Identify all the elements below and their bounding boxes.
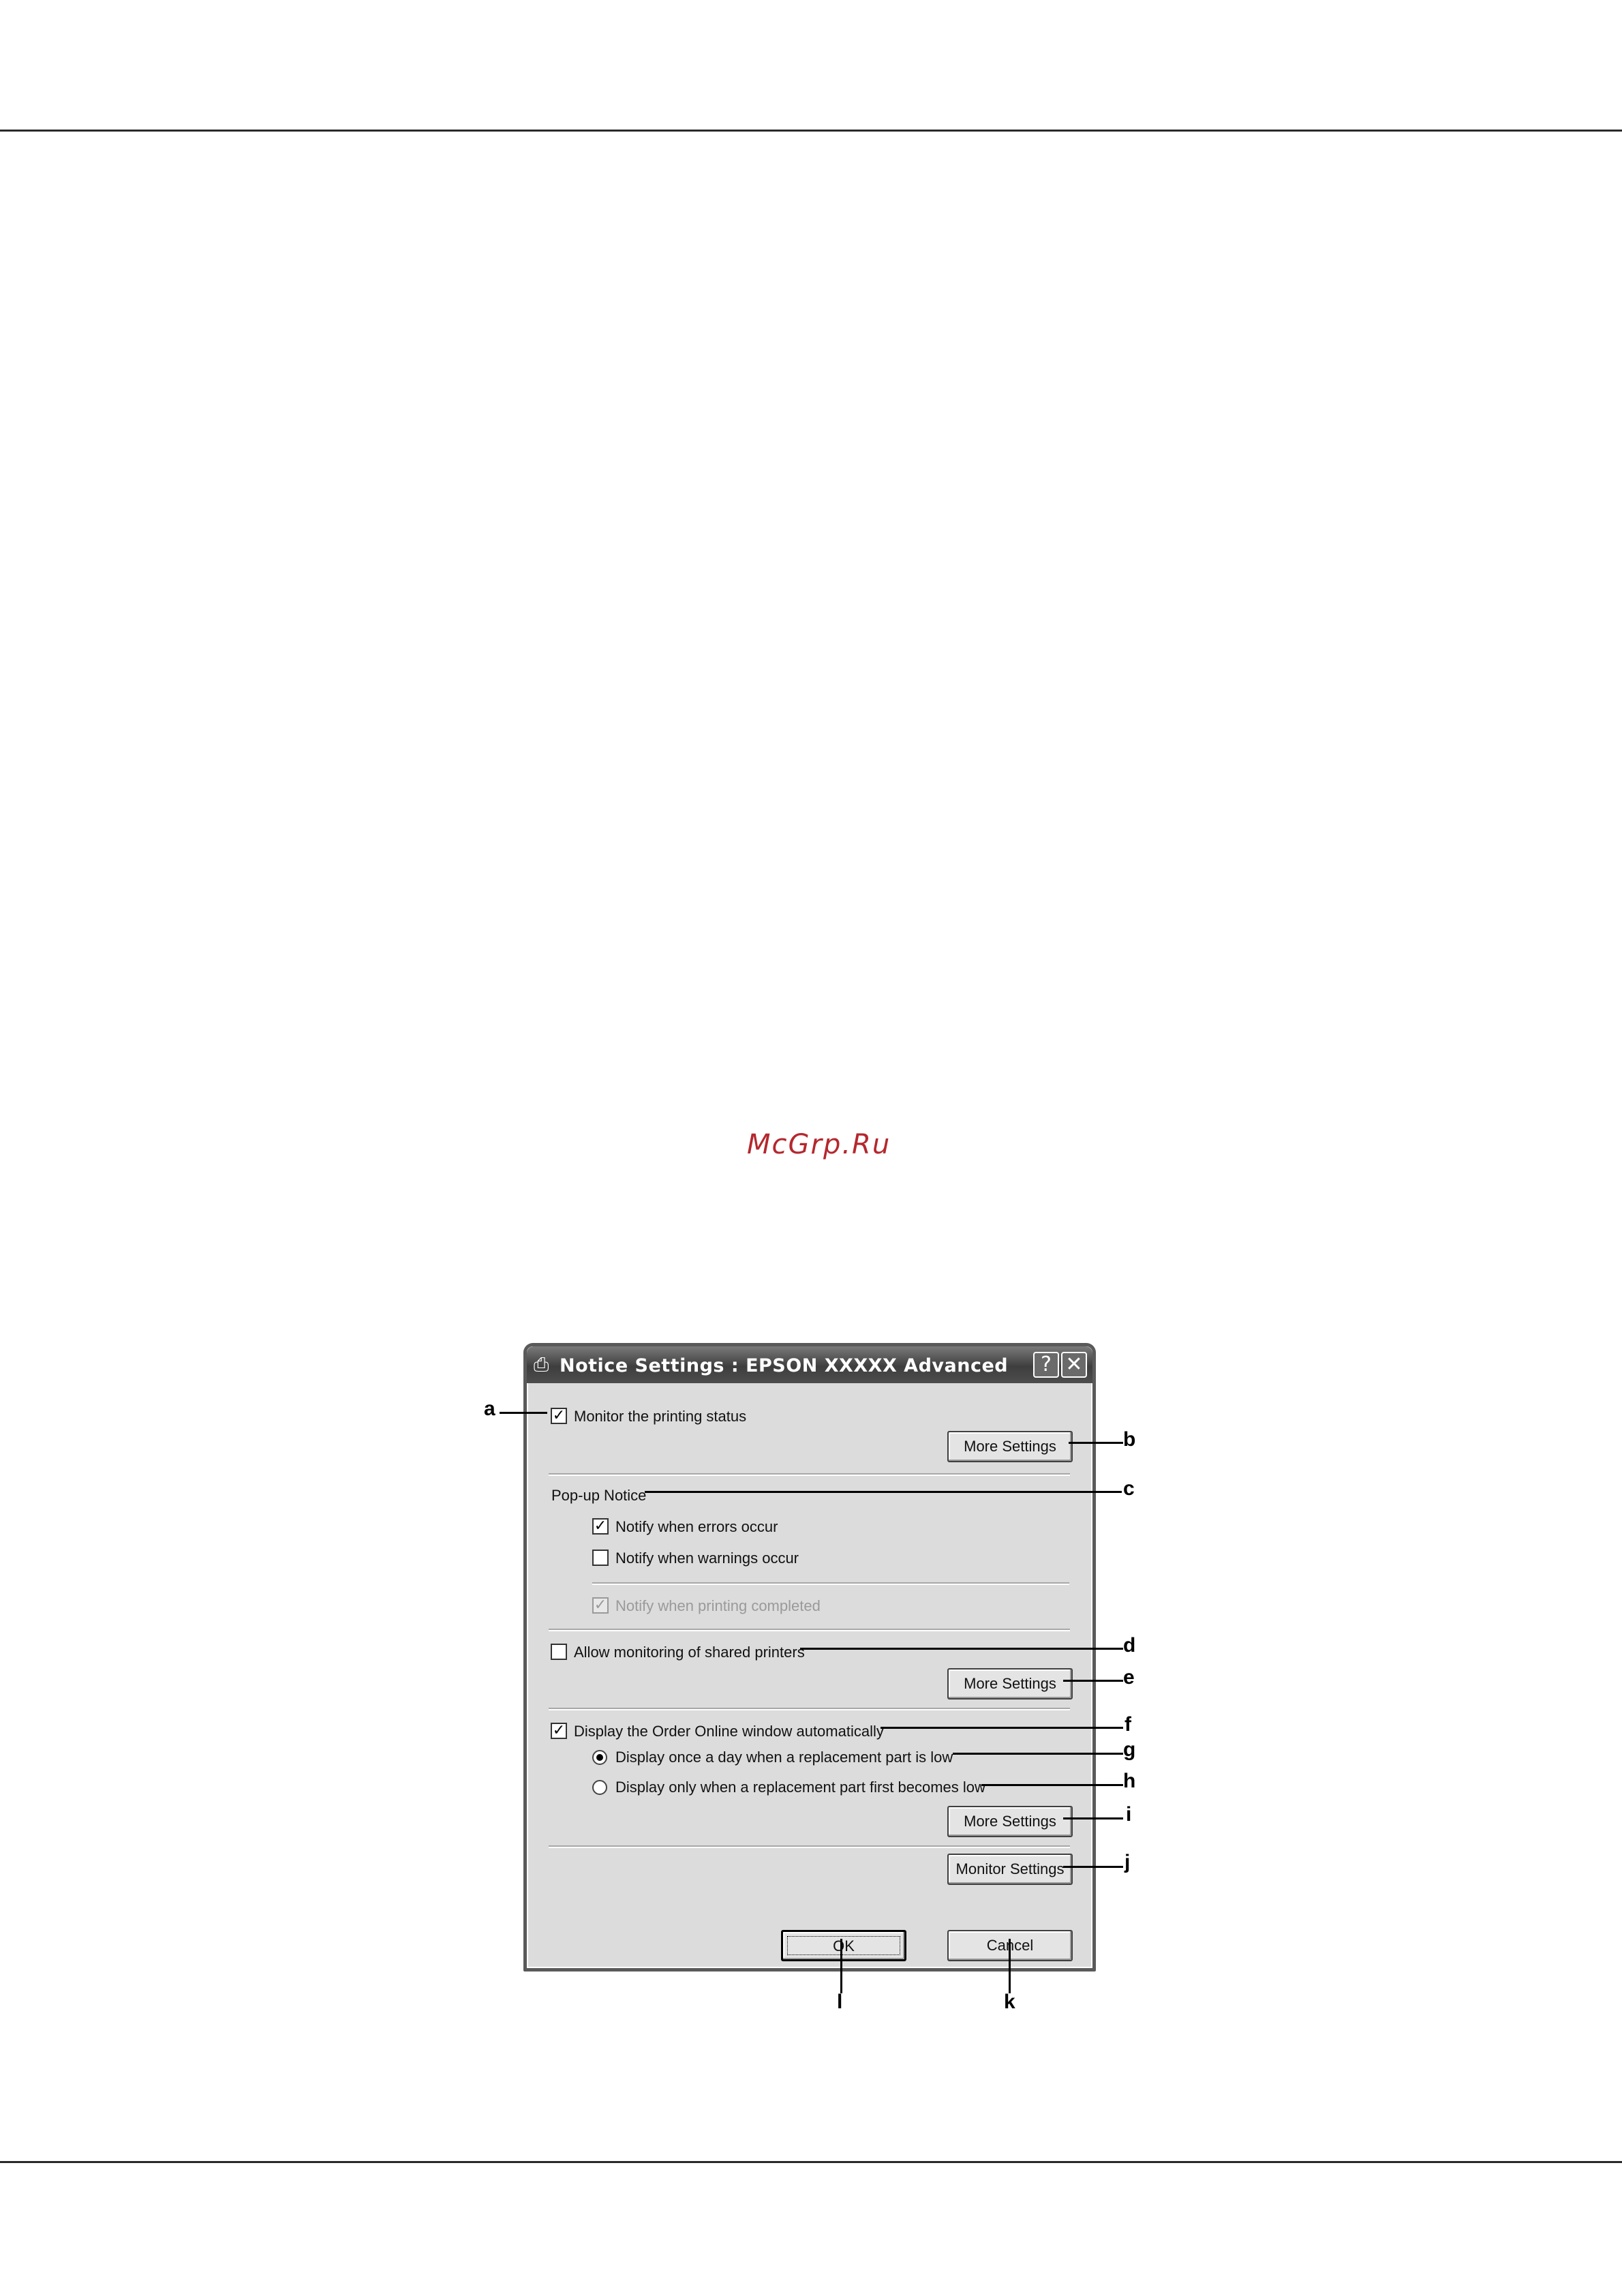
notify-completed-label: Notify when printing completed (615, 1597, 821, 1614)
callout-leader-k (1009, 1939, 1011, 1993)
notify-errors-checkbox[interactable]: ✓ (592, 1518, 609, 1535)
callout-f: f (1124, 1713, 1131, 1736)
monitor-settings-button[interactable]: Monitor Settings (947, 1854, 1073, 1885)
allow-shared-label: Allow monitoring of shared printers (574, 1644, 805, 1661)
callout-leader-a (500, 1412, 547, 1414)
more-settings-button-monitor[interactable]: More Settings (947, 1431, 1073, 1462)
first-low-label: Display only when a replacement part fir… (615, 1779, 985, 1796)
separator (549, 1629, 1070, 1630)
close-button[interactable]: ✕ (1061, 1352, 1087, 1378)
callout-j: j (1124, 1851, 1131, 1873)
callout-leader-e (1063, 1680, 1123, 1682)
check-icon: ✓ (552, 1722, 566, 1739)
radio-dot-icon (596, 1754, 603, 1761)
notify-errors-label: Notify when errors occur (615, 1518, 778, 1535)
check-icon: ✓ (594, 1517, 607, 1535)
once-a-day-radio[interactable] (592, 1750, 607, 1765)
separator (592, 1582, 1069, 1584)
separator (549, 1845, 1070, 1847)
first-low-radio[interactable] (592, 1780, 607, 1795)
monitor-status-label: Monitor the printing status (574, 1408, 747, 1425)
bottom-rule (0, 2161, 1622, 2163)
callout-leader-h (981, 1784, 1123, 1786)
notify-completed-checkbox: ✓ (592, 1597, 609, 1614)
callout-leader-d (800, 1648, 1123, 1650)
check-icon: ✓ (552, 1407, 566, 1424)
more-settings-button-shared[interactable]: More Settings (947, 1668, 1073, 1700)
notify-warnings-checkbox[interactable] (592, 1550, 609, 1566)
allow-shared-checkbox[interactable] (551, 1644, 567, 1660)
callout-leader-c (645, 1491, 1122, 1493)
help-button[interactable]: ? (1033, 1352, 1059, 1378)
callout-k: k (1004, 1991, 1015, 2013)
callout-h: h (1123, 1770, 1136, 1792)
check-icon: ✓ (594, 1597, 607, 1614)
dialog-title: Notice Settings : EPSON XXXXX Advanced (560, 1355, 1009, 1376)
callout-b: b (1123, 1428, 1136, 1451)
more-settings-button-order[interactable]: More Settings (947, 1806, 1073, 1837)
once-a-day-label: Display once a day when a replacement pa… (615, 1749, 953, 1766)
monitor-status-checkbox[interactable]: ✓ (551, 1408, 567, 1424)
callout-a: a (484, 1398, 495, 1420)
callout-g: g (1123, 1738, 1136, 1761)
callout-e: e (1123, 1666, 1135, 1689)
callout-l: l (837, 1991, 843, 2013)
callout-c: c (1123, 1477, 1135, 1500)
callout-leader-b (1069, 1442, 1123, 1444)
callout-leader-f (881, 1727, 1123, 1729)
title-bar[interactable]: ⎙ Notice Settings : EPSON XXXXX Advanced… (527, 1346, 1092, 1383)
top-rule (0, 130, 1622, 132)
notify-warnings-label: Notify when warnings occur (615, 1550, 799, 1567)
separator (549, 1708, 1070, 1709)
order-online-label: Display the Order Online window automati… (574, 1723, 884, 1740)
printer-monitor-icon: ⎙ (534, 1353, 549, 1376)
callout-leader-i (1063, 1817, 1123, 1819)
order-online-checkbox[interactable]: ✓ (551, 1723, 567, 1739)
callout-i: i (1126, 1803, 1132, 1826)
popup-notice-heading: Pop-up Notice (551, 1487, 647, 1504)
separator (549, 1473, 1070, 1475)
watermark-text: McGrp.Ru (747, 1129, 891, 1160)
callout-leader-g (953, 1753, 1123, 1755)
callout-leader-l (840, 1939, 842, 1993)
callout-d: d (1123, 1634, 1136, 1657)
notice-settings-dialog: ⎙ Notice Settings : EPSON XXXXX Advanced… (523, 1343, 1096, 1972)
ok-button[interactable]: OK (781, 1930, 906, 1961)
callout-leader-j (1063, 1866, 1123, 1868)
